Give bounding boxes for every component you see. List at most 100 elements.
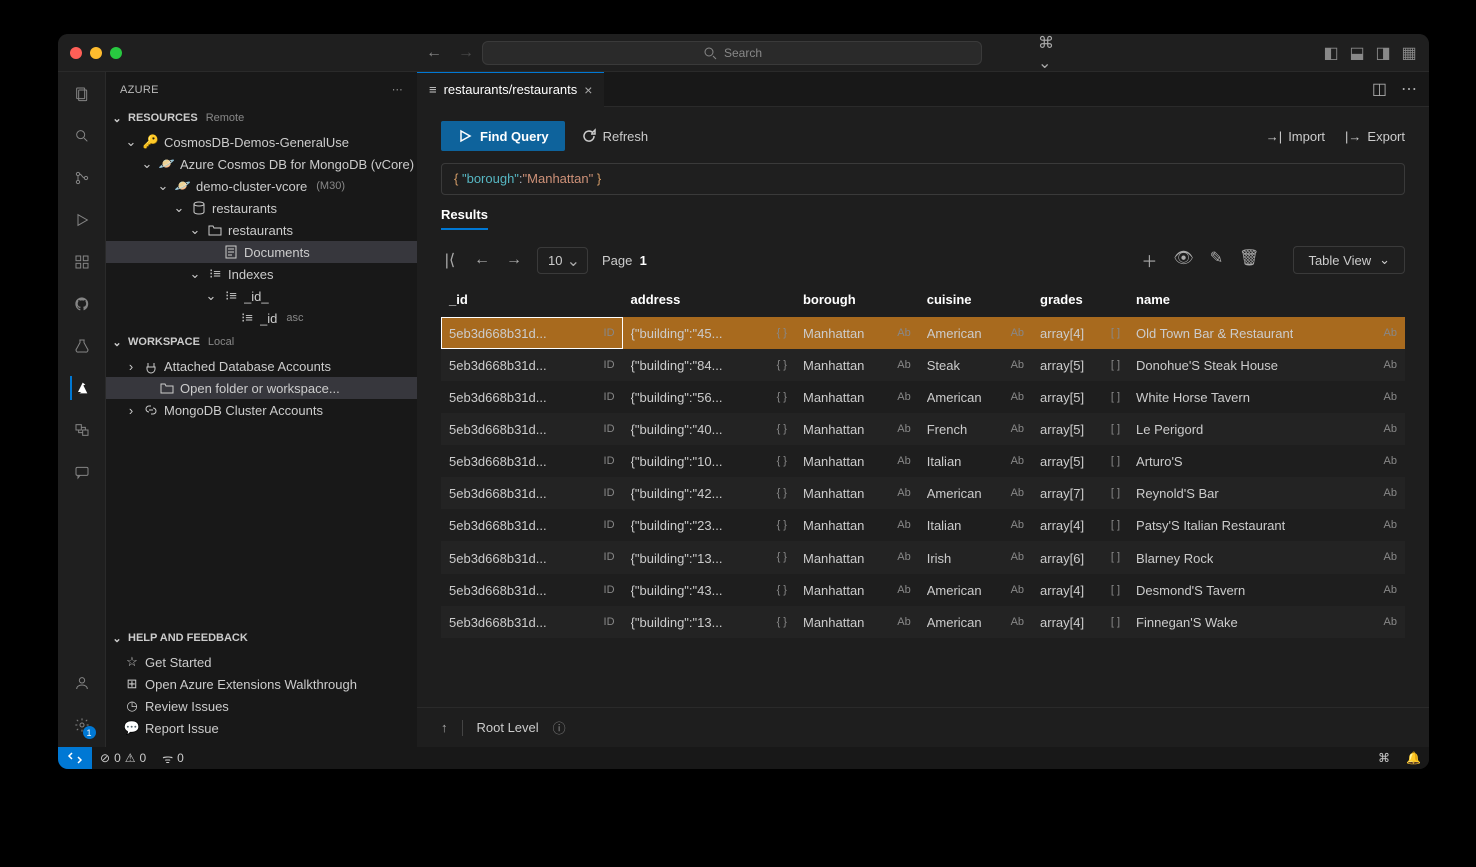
tree-service[interactable]: ⌄🪐Azure Cosmos DB for MongoDB (vCore) (106, 153, 417, 175)
prev-page-button[interactable]: ← (473, 251, 491, 269)
table-row[interactable]: 5eb3d668b31d...ID{"building":"84...{ }Ma… (441, 349, 1405, 381)
run-debug-icon[interactable] (70, 208, 94, 232)
table-cell[interactable]: array[7][ ] (1032, 477, 1128, 509)
table-cell[interactable]: ManhattanAb (795, 606, 919, 638)
table-cell[interactable]: 5eb3d668b31d...ID (441, 606, 623, 638)
table-cell[interactable]: ManhattanAb (795, 349, 919, 381)
column-header[interactable]: borough (795, 282, 919, 317)
table-cell[interactable]: 5eb3d668b31d...ID (441, 349, 623, 381)
import-button[interactable]: →| Import (1266, 129, 1325, 144)
view-mode-select[interactable]: Table View ⌄ (1293, 246, 1405, 274)
table-cell[interactable]: FrenchAb (919, 413, 1032, 445)
table-row[interactable]: 5eb3d668b31d...ID{"building":"40...{ }Ma… (441, 413, 1405, 445)
next-page-button[interactable]: → (505, 251, 523, 269)
table-cell[interactable]: ManhattanAb (795, 477, 919, 509)
table-cell[interactable]: array[4][ ] (1032, 509, 1128, 541)
table-cell[interactable]: 5eb3d668b31d...ID (441, 574, 623, 606)
sidebar-more-icon[interactable]: ⋯ (392, 83, 403, 96)
table-row[interactable]: 5eb3d668b31d...ID{"building":"13...{ }Ma… (441, 606, 1405, 638)
table-cell[interactable]: AmericanAb (919, 574, 1032, 606)
status-errors[interactable]: ⊘0⚠0 (92, 751, 154, 765)
table-cell[interactable]: 5eb3d668b31d...ID (441, 381, 623, 413)
table-cell[interactable]: array[5][ ] (1032, 445, 1128, 477)
close-window-button[interactable] (70, 47, 82, 59)
table-cell[interactable]: Donohue'S Steak HouseAb (1128, 349, 1405, 381)
table-cell[interactable]: 5eb3d668b31d...ID (441, 445, 623, 477)
query-input[interactable]: { "borough":"Manhattan" } (441, 163, 1405, 195)
level-up-button[interactable]: ↑ (441, 720, 448, 735)
table-cell[interactable]: Patsy'S Italian RestaurantAb (1128, 509, 1405, 541)
column-header[interactable]: name (1128, 282, 1405, 317)
layout-primary-icon[interactable]: ◧ (1323, 45, 1339, 61)
workspace-mongo-accounts[interactable]: ›MongoDB Cluster Accounts (106, 399, 417, 421)
table-cell[interactable]: {"building":"56...{ } (623, 381, 795, 413)
table-cell[interactable]: ManhattanAb (795, 541, 919, 573)
nav-forward-button[interactable]: → (458, 44, 474, 62)
zoom-window-button[interactable] (110, 47, 122, 59)
first-page-button[interactable]: |⟨ (441, 250, 459, 270)
table-cell[interactable]: ItalianAb (919, 445, 1032, 477)
status-bell-icon[interactable]: 🔔 (1398, 751, 1429, 765)
table-cell[interactable]: array[5][ ] (1032, 381, 1128, 413)
layout-secondary-icon[interactable]: ◨ (1375, 45, 1391, 61)
edit-row-icon[interactable]: ✎ (1210, 248, 1223, 272)
table-cell[interactable]: ManhattanAb (795, 413, 919, 445)
column-header[interactable]: _id (441, 282, 623, 317)
tree-collection[interactable]: ⌄restaurants (106, 219, 417, 241)
table-cell[interactable]: {"building":"10...{ } (623, 445, 795, 477)
extensions-icon[interactable] (70, 250, 94, 274)
refresh-button[interactable]: Refresh (581, 128, 649, 144)
tree-indexes[interactable]: ⌄⁝≡Indexes (106, 263, 417, 285)
table-cell[interactable]: SteakAb (919, 349, 1032, 381)
table-row[interactable]: 5eb3d668b31d...ID{"building":"10...{ }Ma… (441, 445, 1405, 477)
table-cell[interactable]: ItalianAb (919, 509, 1032, 541)
table-cell[interactable]: 5eb3d668b31d...ID (441, 413, 623, 445)
layout-customize-icon[interactable]: ▦ (1401, 45, 1417, 61)
tree-documents[interactable]: ⌄Documents (106, 241, 417, 263)
split-editor-icon[interactable]: ◫ (1372, 79, 1387, 99)
table-cell[interactable]: AmericanAb (919, 477, 1032, 509)
table-row[interactable]: 5eb3d668b31d...ID{"building":"23...{ }Ma… (441, 509, 1405, 541)
table-cell[interactable]: ManhattanAb (795, 445, 919, 477)
test-icon[interactable] (70, 334, 94, 358)
column-header[interactable]: cuisine (919, 282, 1032, 317)
help-report-issue[interactable]: 💬Report Issue (106, 717, 417, 739)
table-cell[interactable]: Le PerigordAb (1128, 413, 1405, 445)
table-cell[interactable]: array[4][ ] (1032, 317, 1128, 349)
remote-indicator[interactable] (58, 747, 92, 769)
nav-back-button[interactable]: ← (426, 44, 442, 62)
table-cell[interactable]: array[4][ ] (1032, 606, 1128, 638)
delete-row-icon[interactable]: 🗑 (1239, 248, 1259, 272)
table-cell[interactable]: {"building":"84...{ } (623, 349, 795, 381)
tab-close-icon[interactable]: × (584, 82, 592, 98)
table-cell[interactable]: 5eb3d668b31d...ID (441, 509, 623, 541)
info-icon[interactable]: ⓘ (553, 718, 566, 737)
status-ports[interactable]: ᯤ0 (154, 750, 192, 767)
workspace-attached-accounts[interactable]: ›Attached Database Accounts (106, 355, 417, 377)
editor-tab[interactable]: ≡ restaurants/restaurants × (417, 72, 604, 107)
table-cell[interactable]: array[5][ ] (1032, 349, 1128, 381)
table-cell[interactable]: {"building":"23...{ } (623, 509, 795, 541)
table-cell[interactable]: 5eb3d668b31d...ID (441, 317, 623, 349)
table-cell[interactable]: ManhattanAb (795, 317, 919, 349)
table-row[interactable]: 5eb3d668b31d...ID{"building":"56...{ }Ma… (441, 381, 1405, 413)
table-row[interactable]: 5eb3d668b31d...ID{"building":"42...{ }Ma… (441, 477, 1405, 509)
comments-icon[interactable] (70, 460, 94, 484)
results-tab[interactable]: Results (417, 207, 1429, 238)
column-header[interactable]: address (623, 282, 795, 317)
table-cell[interactable]: Old Town Bar & RestaurantAb (1128, 317, 1405, 349)
azure-activity-icon[interactable] (70, 376, 94, 400)
table-cell[interactable]: ManhattanAb (795, 509, 919, 541)
column-header[interactable]: grades (1032, 282, 1128, 317)
table-cell[interactable]: {"building":"40...{ } (623, 413, 795, 445)
table-cell[interactable]: White Horse TavernAb (1128, 381, 1405, 413)
table-cell[interactable]: IrishAb (919, 541, 1032, 573)
table-cell[interactable]: AmericanAb (919, 381, 1032, 413)
layout-panel-icon[interactable]: ⬓ (1349, 45, 1365, 61)
help-review-issues[interactable]: ◷Review Issues (106, 695, 417, 717)
explorer-icon[interactable] (70, 82, 94, 106)
export-button[interactable]: |→ Export (1345, 129, 1405, 144)
table-cell[interactable]: 5eb3d668b31d...ID (441, 477, 623, 509)
table-cell[interactable]: {"building":"43...{ } (623, 574, 795, 606)
table-cell[interactable]: ManhattanAb (795, 381, 919, 413)
